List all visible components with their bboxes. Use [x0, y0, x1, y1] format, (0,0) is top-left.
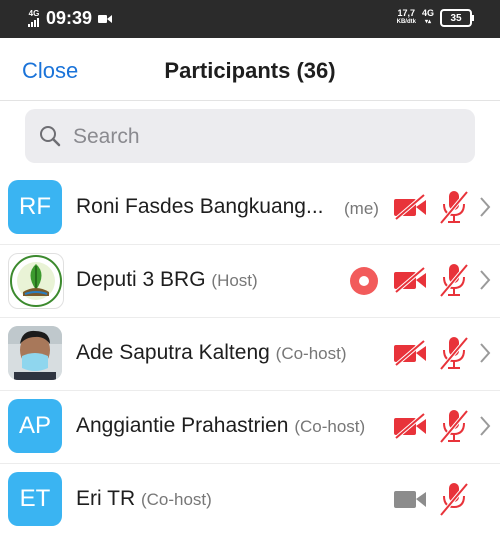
- signal-indicator: 4G: [28, 10, 40, 27]
- avatar: ET: [8, 472, 62, 526]
- chevron-right-icon[interactable]: [478, 195, 492, 219]
- video-off-icon[interactable]: [393, 340, 427, 366]
- avatar-photo: [8, 326, 62, 380]
- participant-row[interactable]: AP Anggiantie Prahastrien (Co-host): [0, 390, 500, 464]
- chevron-right-icon[interactable]: [478, 341, 492, 365]
- video-recording-icon: [98, 14, 113, 23]
- participant-role: (Host): [211, 271, 258, 290]
- participant-name: Anggiantie Prahastrien: [76, 414, 289, 437]
- video-off-icon[interactable]: [393, 267, 427, 293]
- clock: 09:39: [46, 8, 93, 28]
- organization-logo-icon: [10, 255, 62, 307]
- recording-icon: [350, 267, 378, 295]
- mic-muted-icon[interactable]: [439, 409, 469, 443]
- mic-muted-icon[interactable]: [439, 482, 469, 516]
- network-type-left: 4G: [28, 9, 40, 18]
- signal-bars-icon: [28, 18, 39, 27]
- user-photo-icon: [8, 326, 62, 380]
- page-title: Participants (36): [164, 58, 336, 83]
- avatar: AP: [8, 399, 62, 453]
- video-off-icon[interactable]: [393, 194, 427, 220]
- network-type-right: 4G ▾▴: [421, 8, 434, 26]
- participant-name: Ade Saputra Kalteng: [76, 341, 270, 364]
- participant-name-group: Eri TR (Co-host): [76, 487, 212, 511]
- chevron-right-icon[interactable]: [478, 414, 492, 438]
- header: Close Participants (36): [0, 38, 500, 101]
- search-bar[interactable]: [25, 109, 475, 163]
- avatar-initials: AP: [18, 412, 51, 439]
- search-icon: [40, 126, 61, 147]
- participant-name-group: Anggiantie Prahastrien (Co-host): [76, 414, 365, 438]
- avatar-initials: RF: [19, 193, 51, 220]
- participant-row[interactable]: ET Eri TR (Co-host): [0, 463, 500, 536]
- search-input[interactable]: [71, 121, 455, 153]
- battery-level: 35: [450, 12, 462, 24]
- participant-row[interactable]: Deputi 3 BRG (Host): [0, 244, 500, 318]
- avatar-initials: ET: [19, 485, 51, 512]
- status-bar: 4G 09:39 17,7 KB/dtk 4G ▾▴ 35: [0, 0, 500, 38]
- participant-name-group: Ade Saputra Kalteng (Co-host): [76, 341, 347, 365]
- participant-role: (Co-host): [275, 344, 347, 363]
- participant-row[interactable]: RF Roni Fasdes Bangkuang... (me): [0, 171, 500, 245]
- participant-name: Roni Fasdes Bangkuang...: [76, 195, 324, 218]
- participant-role: (Co-host): [294, 417, 366, 436]
- participant-name-group: Deputi 3 BRG (Host): [76, 268, 258, 292]
- battery-icon: 35: [440, 9, 474, 27]
- video-off-icon[interactable]: [393, 486, 427, 512]
- data-arrows-icon: ▾▴: [424, 19, 431, 25]
- mic-muted-icon[interactable]: [439, 336, 469, 370]
- participant-role: (Co-host): [140, 490, 212, 509]
- mic-muted-icon[interactable]: [439, 263, 469, 297]
- video-off-icon[interactable]: [393, 413, 427, 439]
- avatar: RF: [8, 180, 62, 234]
- chevron-right-icon[interactable]: [478, 268, 492, 292]
- participant-name: Deputi 3 BRG: [76, 268, 206, 291]
- network-speed: 17,7 KB/dtk: [396, 8, 416, 26]
- mic-muted-icon[interactable]: [439, 190, 469, 224]
- participant-row[interactable]: Ade Saputra Kalteng (Co-host): [0, 317, 500, 391]
- self-indicator: (me): [344, 199, 379, 218]
- avatar-logo: [8, 253, 64, 309]
